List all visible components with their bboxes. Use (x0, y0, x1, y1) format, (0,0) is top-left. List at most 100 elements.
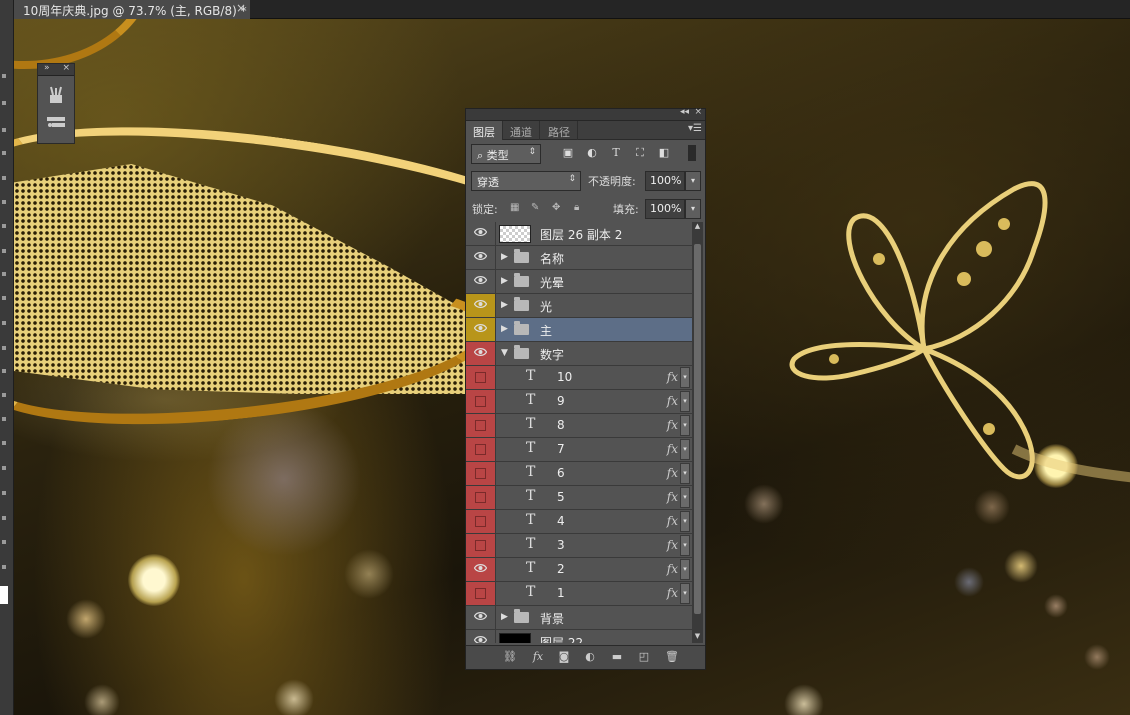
delete-layer-icon[interactable]: 🗑︎ (664, 650, 680, 663)
effects-expand-icon[interactable]: ▾ (680, 391, 690, 412)
lock-position-icon[interactable]: ✥ (552, 202, 560, 213)
effects-expand-icon[interactable]: ▾ (680, 439, 690, 460)
tool-button-icon[interactable] (2, 224, 6, 228)
tool-button-icon[interactable] (2, 346, 6, 350)
visibility-toggle[interactable] (466, 510, 496, 533)
document-tab[interactable]: 10周年庆典.jpg @ 73.7% (主, RGB/8) * × (14, 0, 250, 19)
visibility-toggle[interactable] (466, 462, 496, 485)
tool-button-icon[interactable] (2, 101, 6, 105)
effects-expand-icon[interactable]: ▾ (680, 415, 690, 436)
add-mask-icon[interactable]: ◙ (556, 650, 572, 663)
visibility-toggle[interactable] (466, 390, 496, 413)
collapse-icon[interactable]: ◂◂ (680, 107, 689, 117)
visibility-toggle[interactable] (466, 630, 496, 643)
chevron-right-icon[interactable]: ▶ (501, 300, 508, 310)
smart-object-filter-icon[interactable]: ◧ (657, 146, 671, 159)
layers-scrollbar[interactable]: ▲ ▼ (692, 222, 703, 643)
layer-group-row[interactable]: ▶ 光 (466, 294, 692, 318)
tool-button-icon[interactable] (2, 466, 6, 470)
chevron-down-icon[interactable]: ▼ (501, 348, 508, 358)
visibility-toggle[interactable] (466, 270, 496, 293)
lock-transparency-icon[interactable]: ▦ (510, 202, 519, 213)
tool-button-icon[interactable] (2, 151, 6, 155)
visibility-toggle[interactable] (466, 414, 496, 437)
filter-toggle-switch[interactable] (688, 145, 696, 161)
layer-effects-icon[interactable]: fx (667, 370, 678, 384)
tool-button-icon[interactable] (2, 321, 6, 325)
tool-button-icon[interactable] (2, 491, 6, 495)
visibility-toggle[interactable] (466, 222, 496, 245)
fill-input[interactable]: 100% (645, 199, 685, 219)
layer-effects-icon[interactable]: fx (667, 490, 678, 504)
tool-button-icon[interactable] (2, 128, 6, 132)
shape-filter-icon[interactable]: ⛶ (633, 146, 647, 160)
visibility-toggle[interactable] (466, 438, 496, 461)
effects-expand-icon[interactable]: ▾ (680, 367, 690, 388)
layer-group-row[interactable]: ▶ 光晕 (466, 270, 692, 294)
tool-button-icon[interactable] (2, 272, 6, 276)
effects-expand-icon[interactable]: ▾ (680, 583, 690, 604)
chevron-right-icon[interactable]: ▶ (501, 324, 508, 334)
lock-all-icon[interactable]: 🔒︎ (574, 202, 579, 213)
scroll-down-icon[interactable]: ▼ (692, 632, 703, 643)
tool-button-icon[interactable] (2, 393, 6, 397)
type-filter-icon[interactable]: T (609, 146, 623, 159)
new-group-icon[interactable]: ▬ (609, 650, 625, 663)
layer-effects-icon[interactable]: fx (667, 538, 678, 552)
tool-button-icon[interactable] (2, 540, 6, 544)
pixel-filter-icon[interactable]: ▣ (561, 146, 575, 159)
new-layer-icon[interactable]: ◰ (636, 650, 652, 663)
visibility-toggle[interactable] (466, 342, 496, 365)
opacity-slider-toggle[interactable]: ▾ (685, 171, 701, 191)
tab-paths[interactable]: 路径 (541, 121, 578, 140)
visibility-toggle[interactable] (466, 534, 496, 557)
text-layer-row[interactable]: T 1 fx ▾ (466, 582, 692, 606)
adjustment-filter-icon[interactable]: ◐ (585, 146, 599, 159)
tool-button-icon[interactable] (2, 74, 6, 78)
scroll-up-icon[interactable]: ▲ (692, 222, 703, 233)
fill-slider-toggle[interactable]: ▾ (685, 199, 701, 219)
panel-titlebar[interactable]: » × (38, 63, 74, 76)
panel-menu-icon[interactable]: ▾☰ (688, 123, 702, 134)
close-icon[interactable]: × (236, 1, 246, 15)
layer-row[interactable]: 图层 26 副本 2 (466, 222, 692, 246)
visibility-toggle[interactable] (466, 606, 496, 629)
tool-button-icon[interactable] (2, 296, 6, 300)
effects-expand-icon[interactable]: ▾ (680, 463, 690, 484)
chevron-right-icon[interactable]: ▶ (501, 252, 508, 262)
foreground-color-swatch[interactable] (0, 586, 8, 604)
tool-button-icon[interactable] (2, 565, 6, 569)
effects-expand-icon[interactable]: ▾ (680, 559, 690, 580)
close-icon[interactable]: × (694, 107, 702, 117)
layer-group-row[interactable]: ▶ 名称 (466, 246, 692, 270)
collapse-icon[interactable]: » (44, 63, 50, 73)
tool-button-icon[interactable] (2, 441, 6, 445)
layer-effects-icon[interactable]: fx (667, 514, 678, 528)
blend-mode-dropdown[interactable]: 穿透 ⇕ (471, 171, 581, 191)
text-layer-row[interactable]: T 6 fx ▾ (466, 462, 692, 486)
effects-expand-icon[interactable]: ▾ (680, 511, 690, 532)
tool-button-icon[interactable] (2, 516, 6, 520)
text-layer-row[interactable]: T 4 fx ▾ (466, 510, 692, 534)
tool-button-icon[interactable] (2, 176, 6, 180)
text-layer-row[interactable]: T 7 fx ▾ (466, 438, 692, 462)
tool-button-icon[interactable] (2, 200, 6, 204)
layer-group-row[interactable]: ▶ 主 (466, 318, 692, 342)
chevron-right-icon[interactable]: ▶ (501, 276, 508, 286)
visibility-toggle[interactable] (466, 582, 496, 605)
tool-button-icon[interactable] (2, 249, 6, 253)
opacity-input[interactable]: 100% (645, 171, 685, 191)
layer-effects-icon[interactable]: fx (667, 466, 678, 480)
visibility-toggle[interactable] (466, 318, 496, 341)
scrollbar-thumb[interactable] (694, 244, 701, 614)
link-layers-icon[interactable]: ⛓ (502, 650, 518, 663)
text-layer-row[interactable]: T 3 fx ▾ (466, 534, 692, 558)
panel-titlebar[interactable]: ◂◂ × (466, 107, 705, 121)
layer-effects-icon[interactable]: fx (667, 586, 678, 600)
clone-source-icon[interactable] (45, 114, 67, 132)
tool-button-icon[interactable] (2, 417, 6, 421)
effects-expand-icon[interactable]: ▾ (680, 487, 690, 508)
layer-group-row[interactable]: ▼ 数字 (466, 342, 692, 366)
tab-channels[interactable]: 通道 (503, 121, 540, 140)
effects-expand-icon[interactable]: ▾ (680, 535, 690, 556)
